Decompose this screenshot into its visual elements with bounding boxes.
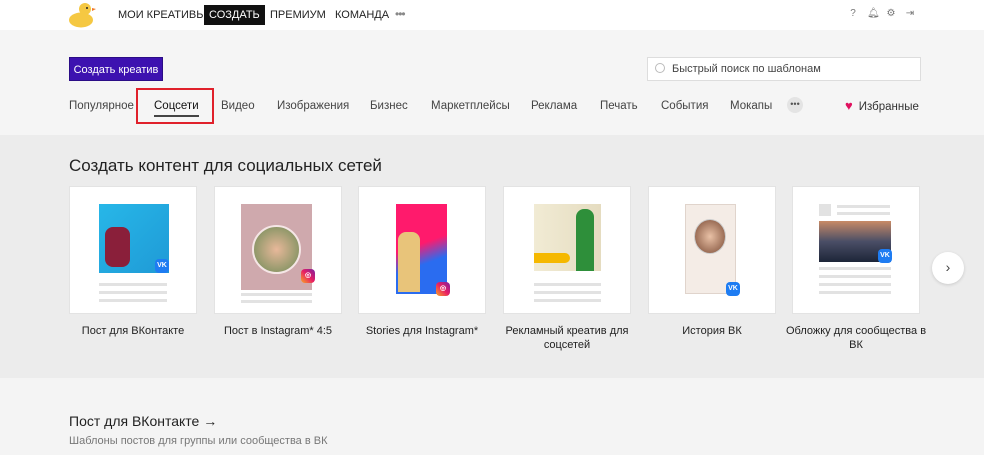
header: МОИ КРЕАТИВЫ СОЗДАТЬ ПРЕМИУМ КОМАНДА •••… [0,0,984,30]
card-label: Обложку для сообщества в ВК [785,325,927,351]
card-vk-story[interactable]: VK [648,186,776,314]
carousel-next-button[interactable]: › [932,252,964,284]
heart-icon: ♥ [845,98,853,113]
favorites-label: Избранные [858,101,919,113]
thumbnail-figure [105,227,130,267]
logout-icon[interactable]: ⇥ [905,9,915,19]
thumbnail-cta [534,253,570,263]
placeholder-line [534,283,601,286]
selected-tab-highlight [136,88,214,124]
placeholder-line [837,212,890,215]
card-instagram-post[interactable]: ◎ [214,186,342,314]
tab-images[interactable]: Изображения [277,98,349,114]
tabs-more-button[interactable]: ••• [787,97,803,113]
favorites-link[interactable]: ♥ Избранные [845,98,919,115]
tab-events[interactable]: События [661,98,708,114]
placeholder-line [241,300,312,303]
tab-mockups[interactable]: Мокапы [730,98,772,114]
template-search-input[interactable]: Быстрый поиск по шаблонам [647,57,921,81]
tab-marketplaces[interactable]: Маркетплейсы [431,98,510,114]
instagram-icon: ◎ [436,282,450,296]
tab-business[interactable]: Бизнес [370,98,408,114]
card-label: Stories для Instagram* [365,325,479,337]
tab-popular[interactable]: Популярное [69,98,134,114]
thumbnail-photo [694,219,726,254]
placeholder-line [99,299,167,302]
card-vk-cover[interactable]: VK [792,186,920,314]
tab-print[interactable]: Печать [600,98,638,114]
card-label: История ВК [682,325,742,337]
placeholder-line [837,205,890,208]
card-label: Пост для ВКонтакте [81,325,185,337]
create-creative-button[interactable]: Создать креатив [69,57,163,81]
vk-post-section-subtitle: Шаблоны постов для группы или сообщества… [69,435,328,447]
placeholder-line [241,293,312,296]
search-placeholder: Быстрый поиск по шаблонам [672,63,821,75]
card-vk-post[interactable]: VK [69,186,197,314]
card-instagram-stories[interactable]: ◎ [358,186,486,314]
nav-premium[interactable]: ПРЕМИУМ [265,5,331,25]
bell-icon[interactable]: 🔔︎ [867,9,880,19]
gear-icon[interactable]: ⚙ [886,9,896,19]
thumbnail-figure [576,209,594,271]
thumbnail-photo [252,225,301,274]
vk-icon: VK [878,249,892,263]
nav-team[interactable]: КОМАНДА [330,5,394,25]
vk-icon: VK [155,259,169,273]
placeholder-line [819,283,891,286]
placeholder-line [99,283,167,286]
placeholder-line [99,291,167,294]
card-label: Пост в Instagram* 4:5 [223,325,333,337]
tab-ads[interactable]: Реклама [531,98,577,114]
nav-more-button[interactable]: ••• [395,5,406,23]
placeholder-line [819,275,891,278]
section-title: Создать контент для социальных сетей [69,156,382,175]
placeholder-line [534,299,601,302]
placeholder-line [819,267,891,270]
card-label: Рекламный креатив для соцсетей [505,325,629,351]
instagram-icon: ◎ [301,269,315,283]
nav-my-creatives[interactable]: МОИ КРЕАТИВЫ [113,5,211,25]
placeholder-line [534,291,601,294]
search-icon [655,63,665,73]
card-ad-creative[interactable] [503,186,631,314]
help-icon[interactable]: ? [848,9,858,19]
vk-icon: VK [726,282,740,296]
duck-logo[interactable] [68,2,96,28]
placeholder-avatar [819,204,831,216]
nav-create[interactable]: СОЗДАТЬ [204,5,265,25]
vk-post-section-link[interactable]: Пост для ВКонтакте → [69,413,217,429]
tab-video[interactable]: Видео [221,98,255,114]
placeholder-line [819,291,891,294]
thumbnail-figure [398,232,420,292]
